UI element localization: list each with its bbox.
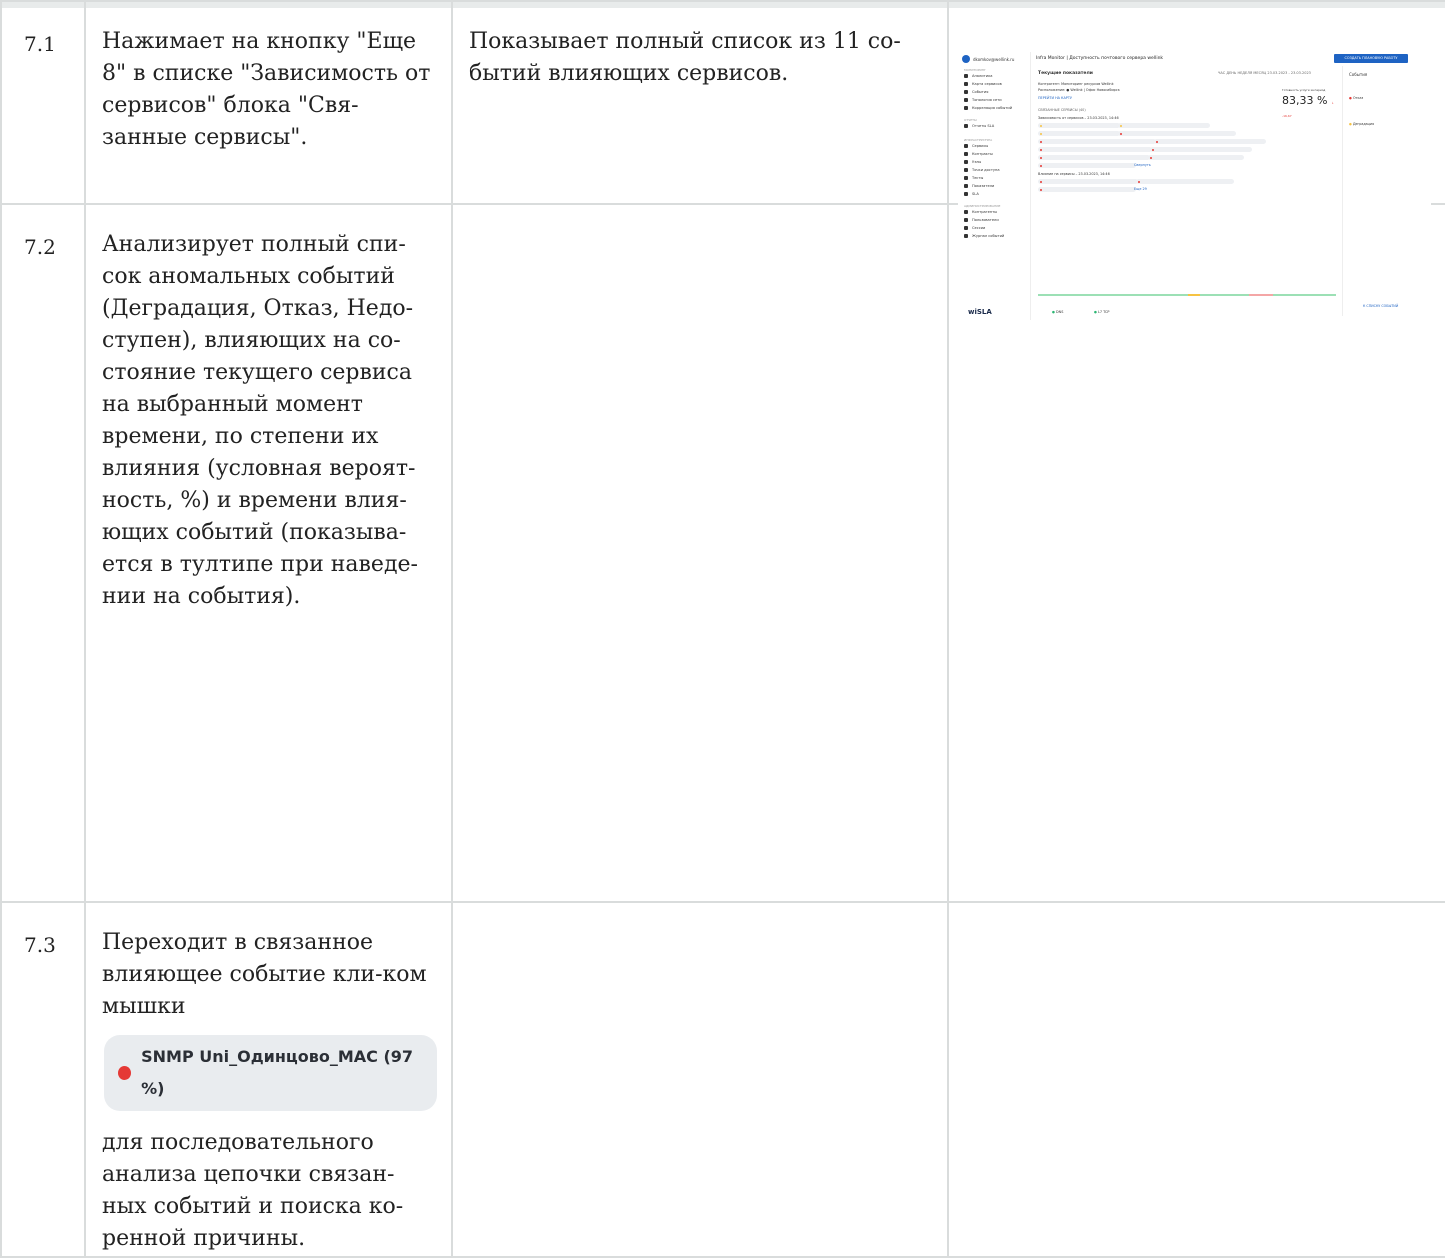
step-number: 7.1	[0, 0, 86, 205]
service-chip[interactable]	[1150, 147, 1252, 152]
contractor-text: Контрагент: Мониторинг ресурсов Wellink	[1038, 82, 1114, 86]
period-tabs[interactable]: ЧАС ДЕНЬ НЕДЕЛЯ МЕСЯЦ 23.03.2023 - 23.03…	[1218, 71, 1311, 75]
sidebar-item[interactable]: Пользователи	[964, 218, 999, 222]
sidebar-item[interactable]: Отчеты SLA	[964, 124, 994, 128]
sidebar-item[interactable]: Аналитика	[964, 74, 992, 78]
collapse-link[interactable]: Свернуть	[1134, 163, 1151, 167]
events-list-link[interactable]: К СПИСКУ СОБЫТИЙ	[1363, 304, 1398, 308]
event-chip[interactable]: SNMP Uni_Одинцово_MAC (97 %)	[104, 1035, 437, 1111]
main-panel: Текущие показатели ЧАС ДЕНЬ НЕДЕЛЯ МЕСЯЦ…	[1036, 66, 1340, 320]
sidebar-item[interactable]: Сервисы	[964, 144, 988, 148]
sidebar-item[interactable]: Сессии	[964, 226, 985, 230]
sidebar-item[interactable]: Топология сети	[964, 98, 1002, 102]
red-status-dot-icon	[118, 1066, 132, 1080]
event-item[interactable]: ● Отказ	[1349, 96, 1363, 100]
timeline-bar[interactable]	[1038, 294, 1336, 296]
availability-value: 83,33 % ↓ -16,67	[1282, 94, 1334, 118]
sidebar-section: ОТЧЕТЫ	[964, 118, 977, 122]
legend-tcp[interactable]: ● L7 TCP	[1094, 310, 1109, 314]
service-chip[interactable]	[1038, 131, 1120, 136]
step-result	[451, 901, 949, 1258]
step-action: Анализирует полный спи-сок аномальных со…	[84, 203, 453, 903]
location-text: Расположение: ● Wellink | Офис Новосибир…	[1038, 88, 1120, 92]
depends-label: Зависимость от сервисов – 23.03.2023, 14…	[1038, 116, 1119, 120]
events-title: События	[1349, 72, 1368, 77]
sidebar-section: АДМИНИСТРИРОВАНИЕ	[964, 204, 1001, 208]
step-result: Показывает полный список из 11 со-бытий …	[451, 0, 949, 205]
service-chip[interactable]	[1038, 139, 1156, 144]
sidebar-item[interactable]: Тесты	[964, 176, 983, 180]
events-panel: События ● Отказ ● Деградация К СПИСКУ СО…	[1342, 66, 1431, 316]
sidebar-section: ИНФРАСТРУКТУРА	[964, 138, 993, 142]
related-services-header[interactable]: СВЯЗАННЫЕ СЕРВИСЫ (40)	[1038, 108, 1086, 112]
event-item[interactable]: ● Деградация	[1349, 122, 1374, 126]
more-link[interactable]: Еще 29	[1134, 187, 1147, 191]
breadcrumb: Infra Monitor | Доступность почтового се…	[1036, 56, 1164, 61]
avatar-icon	[962, 55, 970, 63]
sidebar-item[interactable]: Показатели	[964, 184, 994, 188]
service-chip[interactable]	[1038, 179, 1138, 184]
service-chip[interactable]	[1038, 187, 1136, 192]
service-chip[interactable]	[1038, 155, 1150, 160]
sidebar-item[interactable]: Узлы	[964, 160, 981, 164]
sidebar-item[interactable]: События	[964, 90, 988, 94]
service-chip[interactable]	[1118, 131, 1236, 136]
sidebar-item[interactable]: SLA	[964, 192, 979, 196]
step-number: 7.3	[0, 901, 86, 1258]
sidebar-item[interactable]: Контракты	[964, 152, 993, 156]
service-chip[interactable]	[1148, 155, 1244, 160]
service-chip[interactable]	[1136, 179, 1234, 184]
service-chip[interactable]	[1154, 139, 1266, 144]
page-title: Текущие показатели	[1038, 71, 1093, 76]
app-screenshot: dkomkov@wellink.ru МОНИТОРИНГ Аналитика …	[958, 52, 1431, 320]
service-chip[interactable]	[1038, 147, 1152, 152]
user-menu[interactable]: dkomkov@wellink.ru	[962, 55, 1014, 63]
service-chip[interactable]	[1118, 123, 1210, 128]
goto-map-link[interactable]: ПЕРЕЙТИ НА КАРТУ	[1038, 96, 1072, 100]
sidebar-item[interactable]: Журнал событий	[964, 234, 1004, 238]
sidebar-item[interactable]: Контрагенты	[964, 210, 997, 214]
sidebar-item[interactable]: Точки доступа	[964, 168, 1000, 172]
legend-dns[interactable]: ● DNS	[1052, 310, 1063, 314]
sidebar-item[interactable]: Карта сервисов	[964, 82, 1002, 86]
create-work-button[interactable]: СОЗДАТЬ ПЛАНОВУЮ РАБОТУ	[1334, 54, 1408, 63]
service-chip[interactable]	[1038, 123, 1120, 128]
wisla-logo: wiSLA	[968, 308, 992, 316]
step-action: Переходит в связанное влияющее событие к…	[84, 901, 453, 1258]
screenshot-cell	[947, 901, 1445, 1258]
step-action: Нажимает на кнопку "Еще 8" в списке "Зав…	[84, 0, 453, 205]
influence-label: Влияние на сервисы – 23.03.2023, 14:46	[1038, 172, 1110, 176]
service-chip[interactable]	[1038, 163, 1136, 168]
step-number: 7.2	[0, 203, 86, 903]
sidebar-section: МОНИТОРИНГ	[964, 68, 986, 72]
sidebar-item[interactable]: Корреляция событий	[964, 106, 1012, 110]
sidebar: dkomkov@wellink.ru МОНИТОРИНГ Аналитика …	[958, 52, 1031, 320]
table-row: 7.3 Переходит в связанное влияющее событ…	[0, 901, 1445, 1258]
step-result	[451, 203, 949, 903]
availability-label: Готовность услуги за период	[1282, 88, 1326, 92]
